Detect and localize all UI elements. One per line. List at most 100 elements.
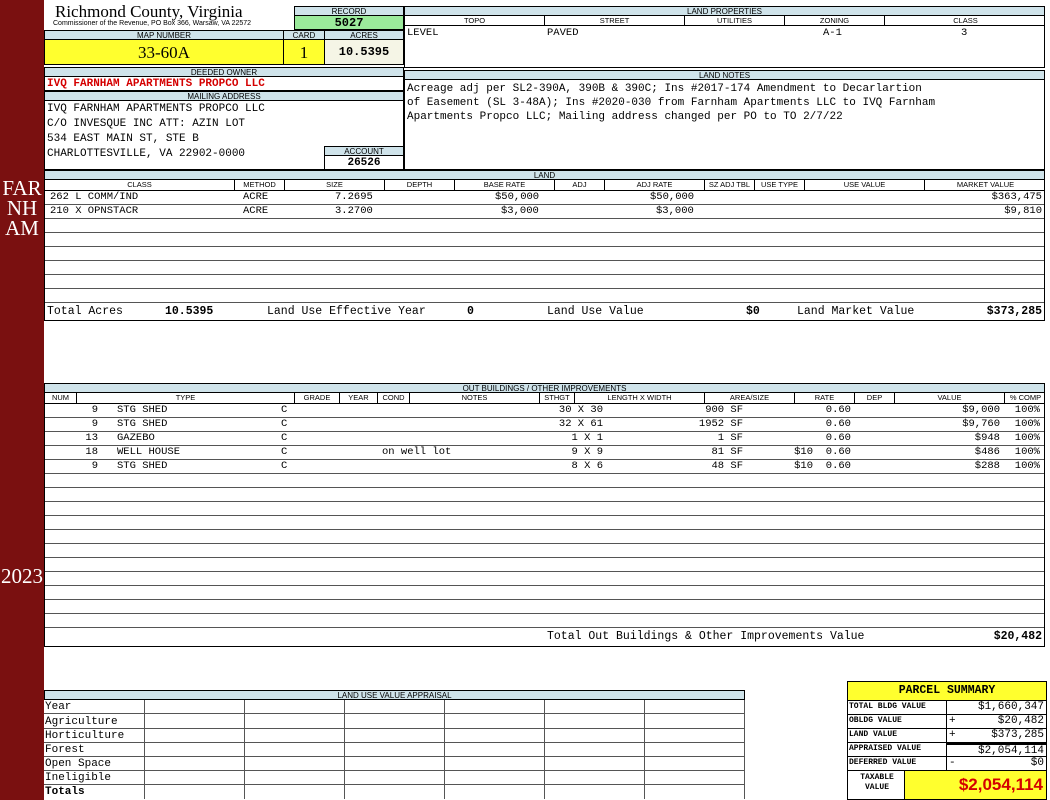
outbuilding-rate: $10 — [794, 460, 813, 472]
outbuilding-row-empty — [45, 502, 1044, 516]
outbuilding-value: $9,000 — [962, 404, 1000, 416]
col-notes: NOTES — [410, 393, 540, 403]
outbuilding-row: 9 STG SHED C 8 X 6 48 SF $10 0.60 $288 100% — [45, 460, 1044, 474]
outbuilding-rate: $10 — [794, 446, 813, 458]
col-base-rate: BASE RATE — [455, 180, 555, 190]
summary-row: DEFERRED VALUE $0 - — [848, 757, 1046, 771]
parcel-summary-title: PARCEL SUMMARY — [848, 682, 1046, 701]
land-row-empty — [45, 233, 1044, 247]
land-use-row-label: Year — [45, 701, 72, 713]
land-class: 210 X OPNSTACR — [50, 205, 139, 217]
sidebar-district-name: FARNHAM — [2, 176, 42, 240]
summary-row: TOTAL BLDG VALUE $1,660,347 — [848, 701, 1046, 715]
summary-value: $373,285 — [946, 729, 1046, 742]
land-note-line: Acreage adj per SL2-390A, 390B & 390C; I… — [407, 83, 922, 95]
outbuilding-comp: 100% — [1014, 418, 1040, 430]
outbuilding-comp: 100% — [1014, 432, 1040, 444]
summary-row: OBLDG VALUE $20,482 + — [848, 715, 1046, 729]
land-base-rate: $50,000 — [495, 191, 540, 203]
outbuilding-row-empty — [45, 474, 1044, 488]
col-value: VALUE — [895, 393, 1005, 403]
land-row-empty — [45, 219, 1044, 233]
land-market-value: $363,475 — [991, 191, 1042, 203]
outbuilding-row-empty — [45, 530, 1044, 544]
outbuilding-row-empty — [45, 516, 1044, 530]
header-class: CLASS — [953, 16, 978, 25]
taxable-value: $2,054,114 — [904, 771, 1046, 799]
land-use-row-label: Agriculture — [45, 716, 118, 728]
land-row-empty — [45, 275, 1044, 289]
col-comp: % COMP — [1009, 393, 1042, 402]
topo-value: LEVEL — [407, 27, 439, 39]
col-num: NUM — [45, 393, 77, 403]
summary-value: $2,054,114 — [946, 743, 1046, 757]
land-use-row: Ineligible — [44, 771, 745, 785]
col-adj: ADJ — [555, 180, 605, 190]
outbuilding-row-empty — [45, 614, 1044, 628]
summary-value: $0 — [946, 757, 1046, 770]
outbuilding-area: 48 SF — [711, 460, 743, 472]
sidebar-year: 2023 — [1, 564, 43, 588]
outbuilding-grade: C — [281, 446, 288, 458]
outbuilding-grade: C — [281, 418, 288, 430]
col-adj-rate: ADJ RATE — [605, 180, 705, 190]
deeded-owner-value: IVQ FARNHAM APARTMENTS PROPCO LLC — [44, 76, 404, 91]
county-title: Richmond County, Virginia — [55, 2, 243, 21]
outbuilding-area: 1952 SF — [698, 418, 743, 430]
summary-label: DEFERRED VALUE — [849, 758, 917, 767]
col-sz-adj-tbl: SZ ADJ TBL — [705, 180, 755, 190]
outbuilding-value: $288 — [974, 460, 1000, 472]
land-row-empty — [45, 247, 1044, 261]
col-type: TYPE — [77, 393, 295, 403]
taxable-label: TAXABLE VALUE — [860, 773, 894, 792]
land-method: ACRE — [243, 191, 269, 203]
land-size: 7.2695 — [335, 191, 373, 203]
class-value: 3 — [961, 27, 968, 39]
land-row-empty — [45, 289, 1044, 303]
parcel-summary: PARCEL SUMMARY TOTAL BLDG VALUE $1,660,3… — [847, 681, 1047, 800]
land-totals: Total Acres 10.5395 Land Use Effective Y… — [45, 303, 1044, 321]
col-length-width: LENGTH X WIDTH — [575, 393, 705, 403]
outbuilding-area: 81 SF — [711, 446, 743, 458]
outbuildings-total-label: Total Out Buildings & Other Improvements… — [547, 630, 865, 643]
total-acres-label: Total Acres — [47, 305, 123, 318]
acres-value: 10.5395 — [324, 39, 404, 65]
outbuilding-lw: 1 X 1 — [571, 432, 603, 444]
card-value: 1 — [283, 39, 325, 65]
outbuildings-table: NUM TYPE GRADE YEAR COND NOTES STHGT LEN… — [44, 392, 1045, 647]
outbuilding-row-empty — [45, 572, 1044, 586]
outbuilding-grade: C — [281, 460, 288, 472]
land-note-line: Apartments Propco LLC; Mailing address c… — [407, 111, 843, 123]
land-use-row-label: Ineligible — [45, 772, 112, 784]
outbuilding-type: WELL HOUSE — [117, 446, 181, 458]
mailing-line: CHARLOTTESVILLE, VA 22902-0000 — [47, 148, 246, 160]
land-adj-rate: $3,000 — [656, 205, 694, 217]
outbuilding-dep: 0.60 — [825, 404, 851, 416]
outbuilding-grade: C — [281, 404, 288, 416]
land-base-rate: $3,000 — [501, 205, 539, 217]
outbuilding-area: 900 SF — [705, 404, 743, 416]
outbuilding-type: STG SHED — [117, 460, 168, 472]
plus-sign: + — [949, 715, 956, 727]
outbuildings-total-value: $20,482 — [993, 630, 1042, 643]
outbuilding-lw: 8 X 6 — [571, 460, 603, 472]
use-value-value: $0 — [746, 305, 760, 318]
col-cond: COND — [378, 393, 410, 403]
record-value: 5027 — [294, 15, 404, 30]
header-utilities: UTILITIES — [685, 16, 785, 26]
commissioner-address: Commissioner of the Revenue, PO Box 366,… — [53, 20, 252, 27]
outbuilding-row-empty — [45, 488, 1044, 502]
summary-row: APPRAISED VALUE $2,054,114 — [848, 743, 1046, 757]
outbuilding-row-empty — [45, 544, 1044, 558]
mailing-line: C/O INVESQUE INC ATT: AZIN LOT — [47, 118, 246, 130]
street-value: PAVED — [547, 27, 579, 39]
summary-value: $20,482 — [946, 715, 1046, 728]
land-use-row: Agriculture — [44, 715, 745, 729]
summary-value: $1,660,347 — [946, 701, 1046, 714]
land-use-row: Open Space — [44, 757, 745, 771]
land-use-table: Year Agriculture Horticulture Forest Ope… — [44, 699, 745, 799]
col-grade: GRADE — [295, 393, 340, 403]
outbuilding-comp: 100% — [1014, 404, 1040, 416]
outbuilding-row: 13 GAZEBO C 1 X 1 1 SF 0.60 $948 100% — [45, 432, 1044, 446]
outbuilding-comp: 100% — [1014, 446, 1040, 458]
